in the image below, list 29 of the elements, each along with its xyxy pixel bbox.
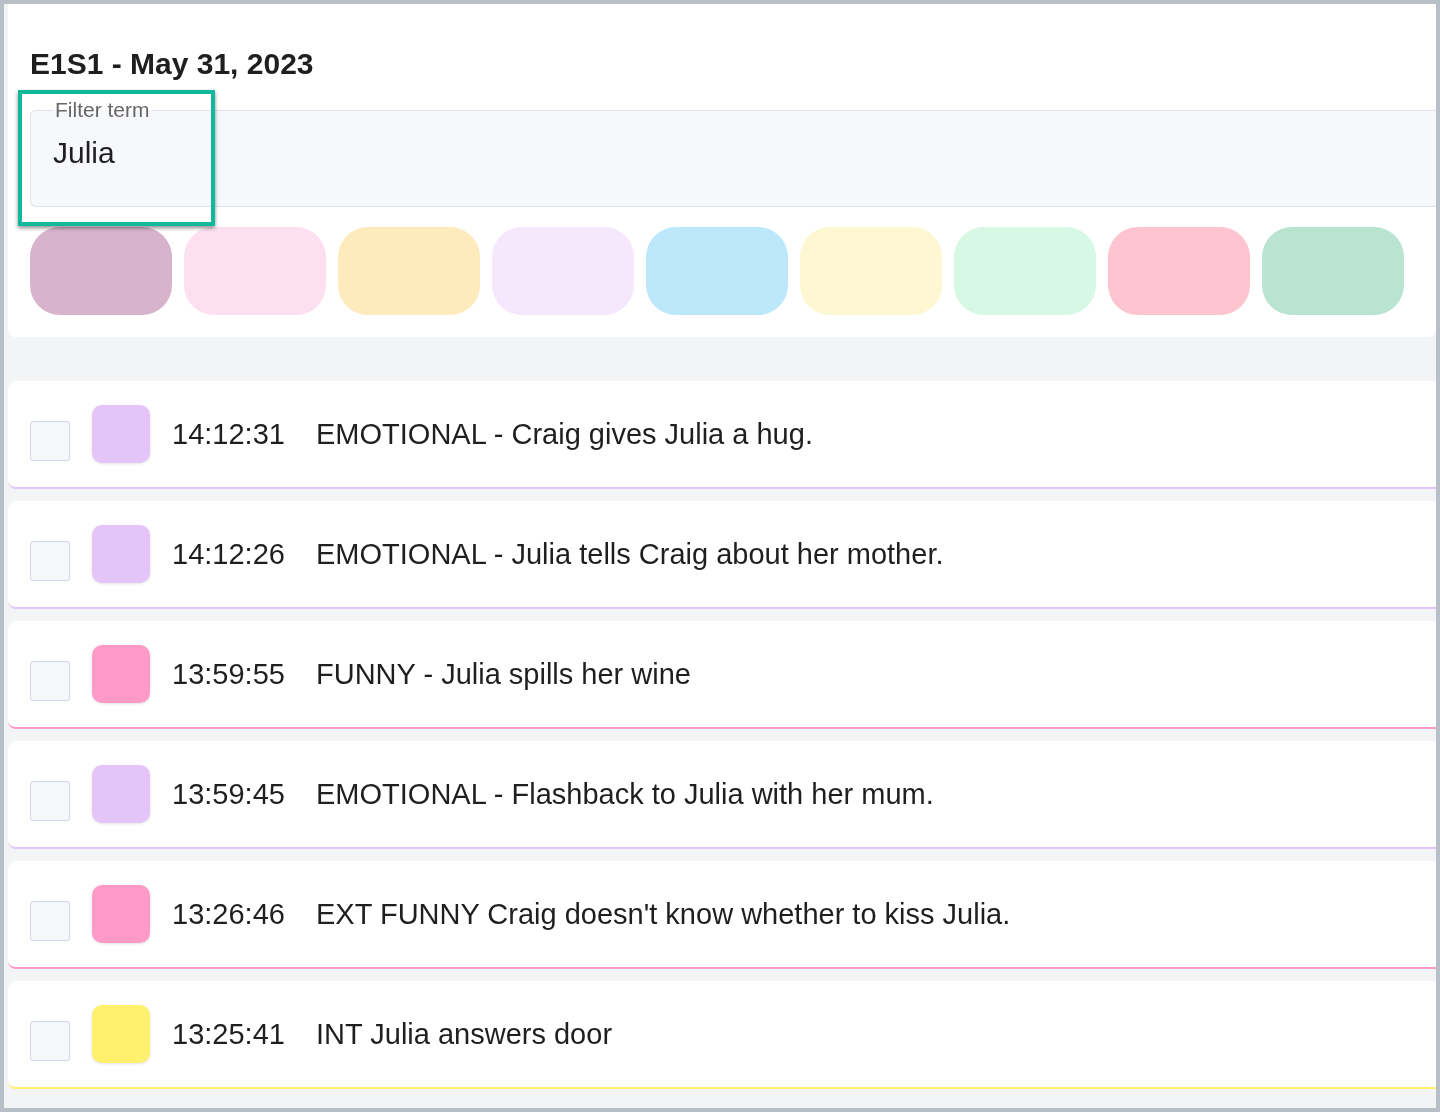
timestamp: 13:25:41 (172, 1017, 286, 1051)
checkbox[interactable] (30, 421, 70, 461)
timestamp: 13:59:45 (172, 777, 286, 811)
timestamp: 14:12:26 (172, 537, 286, 571)
checkbox[interactable] (30, 541, 70, 581)
color-chip[interactable] (30, 227, 172, 315)
timestamp: 13:59:55 (172, 657, 286, 691)
color-chip[interactable] (1108, 227, 1250, 315)
checkbox[interactable] (30, 1021, 70, 1061)
entry-text: INT Julia answers door (316, 1017, 613, 1051)
timestamp: 14:12:31 (172, 417, 286, 451)
entry-text: EMOTIONAL - Craig gives Julia a hug. (316, 417, 813, 451)
entry-text: FUNNY - Julia spills her wine (316, 657, 691, 691)
color-chip[interactable] (800, 227, 942, 315)
field-value-input[interactable]: Julia (53, 126, 453, 170)
color-chip[interactable] (954, 227, 1096, 315)
checkbox[interactable] (30, 661, 70, 701)
entry-text: EMOTIONAL - Flashback to Julia with her mum. (316, 777, 934, 811)
checkbox[interactable] (30, 781, 70, 821)
entry-text: EXT FUNNY Craig doesn't know whether to kiss Julia. (316, 897, 1011, 931)
checkbox[interactable] (30, 901, 70, 941)
color-chip[interactable] (338, 227, 480, 315)
page-title: E1S1 - May 31, 2023 (30, 46, 315, 82)
entry-text: EMOTIONAL - Julia tells Craig about her mother. (316, 537, 944, 571)
color-chip[interactable] (1262, 227, 1404, 315)
field-label: Filter term (54, 98, 151, 122)
color-chip[interactable] (184, 227, 326, 315)
timestamp: 13:26:46 (172, 897, 286, 931)
color-chip[interactable] (646, 227, 788, 315)
